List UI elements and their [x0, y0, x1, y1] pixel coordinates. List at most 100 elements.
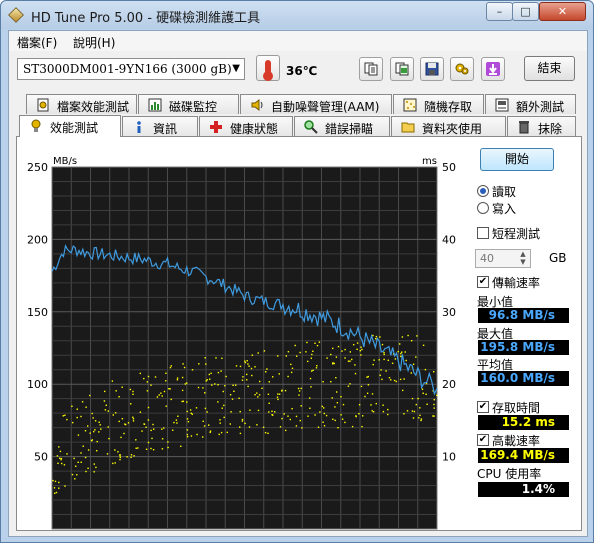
access-time-point	[263, 350, 266, 352]
short-test-size-stepper[interactable]: 40 ▲ ▼	[475, 249, 531, 268]
access-time-point	[160, 392, 162, 394]
short-test-checkbox[interactable]	[477, 227, 489, 239]
access-time-point	[191, 413, 193, 415]
access-time-point	[379, 374, 381, 376]
access-time-point	[80, 461, 82, 463]
access-time-point	[276, 396, 279, 398]
chevron-up-icon[interactable]: ▲	[517, 250, 529, 258]
write-label: 寫入	[492, 202, 517, 216]
access-time-point	[145, 426, 147, 428]
access-time-point	[420, 419, 422, 422]
access-time-point	[272, 414, 274, 416]
access-time-point	[206, 411, 208, 413]
access-time-point	[305, 351, 307, 353]
access-time-point	[169, 366, 172, 369]
access-time-point	[55, 491, 58, 494]
access-time-point	[316, 365, 318, 367]
app-window: HD Tune Pro 5.00 - 硬碟檢測維護工具 – □ ✕ 檔案(F) …	[0, 0, 594, 543]
access-time-point	[186, 382, 188, 384]
access-time-point	[99, 424, 101, 426]
transfer-rate-checkbox[interactable]: ✔	[477, 276, 489, 288]
access-time-point	[152, 423, 154, 426]
access-time-point	[244, 360, 246, 362]
access-time-point	[153, 428, 155, 430]
access-time-point	[66, 453, 68, 455]
access-time-point	[176, 377, 179, 379]
start-button[interactable]: 開始	[480, 148, 554, 171]
access-time-point	[337, 427, 339, 429]
access-time-point	[176, 379, 179, 381]
access-time-point	[375, 402, 377, 405]
chevron-down-icon[interactable]: ▼	[517, 258, 529, 266]
access-time-point	[135, 447, 137, 449]
access-time-point	[375, 335, 378, 338]
access-time-point	[247, 363, 249, 365]
access-time-point	[63, 464, 66, 466]
access-time-point	[59, 450, 62, 453]
access-time-point	[202, 436, 204, 438]
access-time-point	[71, 473, 74, 476]
burst-rate-checkbox[interactable]: ✔	[477, 434, 489, 446]
access-time-point	[115, 390, 117, 392]
access-time-point	[130, 403, 132, 405]
access-time-point	[165, 405, 167, 407]
read-radio[interactable]	[477, 185, 489, 197]
access-time-point	[381, 343, 384, 346]
access-time-point	[299, 419, 301, 422]
access-time-point	[244, 422, 246, 425]
access-time-point	[312, 369, 314, 371]
access-time-point	[326, 357, 328, 359]
access-time-point	[309, 407, 311, 409]
access-time-point	[130, 454, 133, 456]
access-time-point	[195, 407, 198, 409]
access-time-point	[362, 415, 364, 417]
access-time-point	[132, 393, 134, 395]
access-time-point	[119, 458, 121, 461]
access-time-point	[421, 388, 424, 390]
access-time-point	[289, 418, 291, 421]
tab-benchmark[interactable]: 效能測試	[19, 115, 121, 137]
write-radio[interactable]	[477, 202, 489, 214]
access-time-point	[364, 395, 366, 398]
access-time-point	[133, 455, 135, 457]
access-time-point	[64, 485, 66, 487]
access-time-point	[400, 355, 402, 358]
access-time-point	[358, 404, 361, 406]
cpu-usage-label: CPU 使用率	[477, 467, 542, 481]
access-time-point	[205, 363, 207, 365]
access-time-point	[380, 369, 382, 371]
access-time-point	[360, 385, 363, 388]
access-time-point	[235, 365, 238, 367]
access-time-point	[124, 423, 126, 425]
access-time-point	[410, 340, 413, 342]
access-time-point	[96, 450, 98, 452]
access-time-point	[222, 390, 224, 393]
access-time-point	[433, 415, 435, 417]
access-time-point	[163, 390, 166, 393]
access-time-point	[424, 368, 427, 371]
access-time-point	[299, 351, 301, 354]
access-time-point	[206, 379, 208, 381]
access-time-point	[223, 404, 225, 407]
access-time-point	[173, 421, 175, 424]
access-time-point	[322, 381, 324, 383]
access-time-point	[114, 462, 116, 464]
access-time-point	[246, 379, 248, 381]
access-time-point	[407, 334, 409, 337]
access-time-checkbox[interactable]: ✔	[477, 401, 489, 413]
access-time-point	[403, 413, 405, 415]
access-time-point	[347, 385, 350, 387]
access-time-point	[181, 400, 183, 403]
access-time-point	[219, 422, 221, 424]
access-time-point	[355, 415, 357, 418]
access-time-point	[186, 418, 189, 420]
access-time-point	[215, 357, 217, 359]
access-time-point	[147, 441, 150, 444]
access-time-point	[208, 373, 210, 376]
access-time-point	[325, 414, 328, 417]
access-time-point	[220, 431, 223, 434]
left-tick-label: 50	[34, 451, 48, 464]
access-time-point	[257, 396, 259, 398]
access-time-point	[239, 365, 242, 368]
access-time-point	[415, 403, 417, 406]
